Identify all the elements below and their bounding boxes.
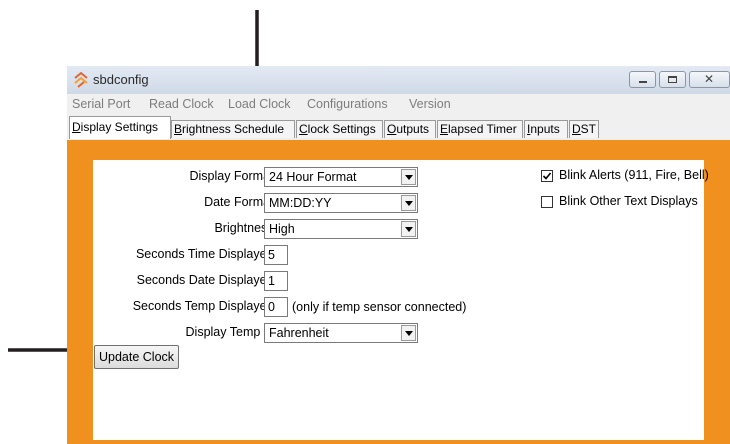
seconds-time-input[interactable]: 5 (264, 245, 288, 265)
menu-configurations[interactable]: Configurations (307, 97, 388, 111)
close-icon: ✕ (704, 72, 715, 86)
display-format-value: 24 Hour Format (269, 170, 357, 184)
menu-bar: Serial Port Read Clock Load Clock Config… (67, 94, 730, 114)
settings-frame: Display Format: 24 Hour Format Date Form… (67, 140, 730, 444)
chevron-down-icon (401, 169, 416, 185)
update-clock-button[interactable]: Update Clock (94, 345, 180, 369)
maximize-button[interactable] (659, 71, 686, 88)
tab-strip: Display Settings Brightness Schedule Clo… (67, 114, 730, 140)
tab-elapsed-timer[interactable]: Elapsed Timer (437, 120, 523, 138)
date-format-select[interactable]: MM:DD:YY (264, 193, 418, 213)
display-format-select[interactable]: 24 Hour Format (264, 167, 418, 187)
tab-dst[interactable]: DST (569, 120, 599, 138)
tab-brightness-schedule[interactable]: Brightness Schedule (171, 120, 295, 138)
app-logo-icon (74, 71, 88, 88)
temp-sensor-note: (only if temp sensor connected) (292, 300, 467, 314)
seconds-temp-input[interactable]: 0 (264, 297, 288, 317)
seconds-date-label: Seconds Date Displayed: (136, 273, 277, 287)
app-window: sbdconfig ✕ Serial Port Read Clock Load … (67, 66, 730, 444)
title-bar: sbdconfig ✕ (67, 66, 730, 94)
temp-unit-value: Fahrenheit (269, 326, 329, 340)
seconds-temp-label: Seconds Temp Displayed: (132, 299, 277, 313)
checkmark-icon (542, 172, 552, 180)
menu-read-clock[interactable]: Read Clock (149, 97, 214, 111)
menu-serial-port[interactable]: Serial Port (72, 97, 130, 111)
tab-display-settings[interactable]: Display Settings (69, 116, 171, 139)
chevron-down-icon (401, 195, 416, 211)
menu-load-clock[interactable]: Load Clock (228, 97, 291, 111)
blink-alerts-checkbox[interactable] (541, 170, 553, 182)
menu-version[interactable]: Version (409, 97, 451, 111)
blink-alerts-label: Blink Alerts (911, Fire, Bell) (559, 168, 709, 182)
close-button[interactable]: ✕ (689, 71, 730, 88)
brightness-select[interactable]: High (264, 219, 418, 239)
date-format-value: MM:DD:YY (269, 196, 332, 210)
blink-other-label: Blink Other Text Displays (559, 194, 698, 208)
blink-other-checkbox[interactable] (541, 196, 553, 208)
tab-inputs[interactable]: Inputs (524, 120, 568, 138)
temp-unit-select[interactable]: Fahrenheit (264, 323, 418, 343)
chevron-down-icon (401, 325, 416, 341)
seconds-date-input[interactable]: 1 (264, 271, 288, 291)
minimize-button[interactable] (629, 71, 656, 88)
window-title: sbdconfig (93, 72, 149, 87)
seconds-time-label: Seconds Time Displayed: (135, 247, 277, 261)
brightness-value: High (269, 222, 295, 236)
display-settings-panel: Display Format: 24 Hour Format Date Form… (93, 160, 709, 440)
tab-outputs[interactable]: Outputs (384, 120, 436, 138)
maximize-icon (668, 76, 677, 83)
tab-clock-settings[interactable]: Clock Settings (296, 120, 383, 138)
chevron-down-icon (401, 221, 416, 237)
minimize-icon (639, 81, 647, 83)
